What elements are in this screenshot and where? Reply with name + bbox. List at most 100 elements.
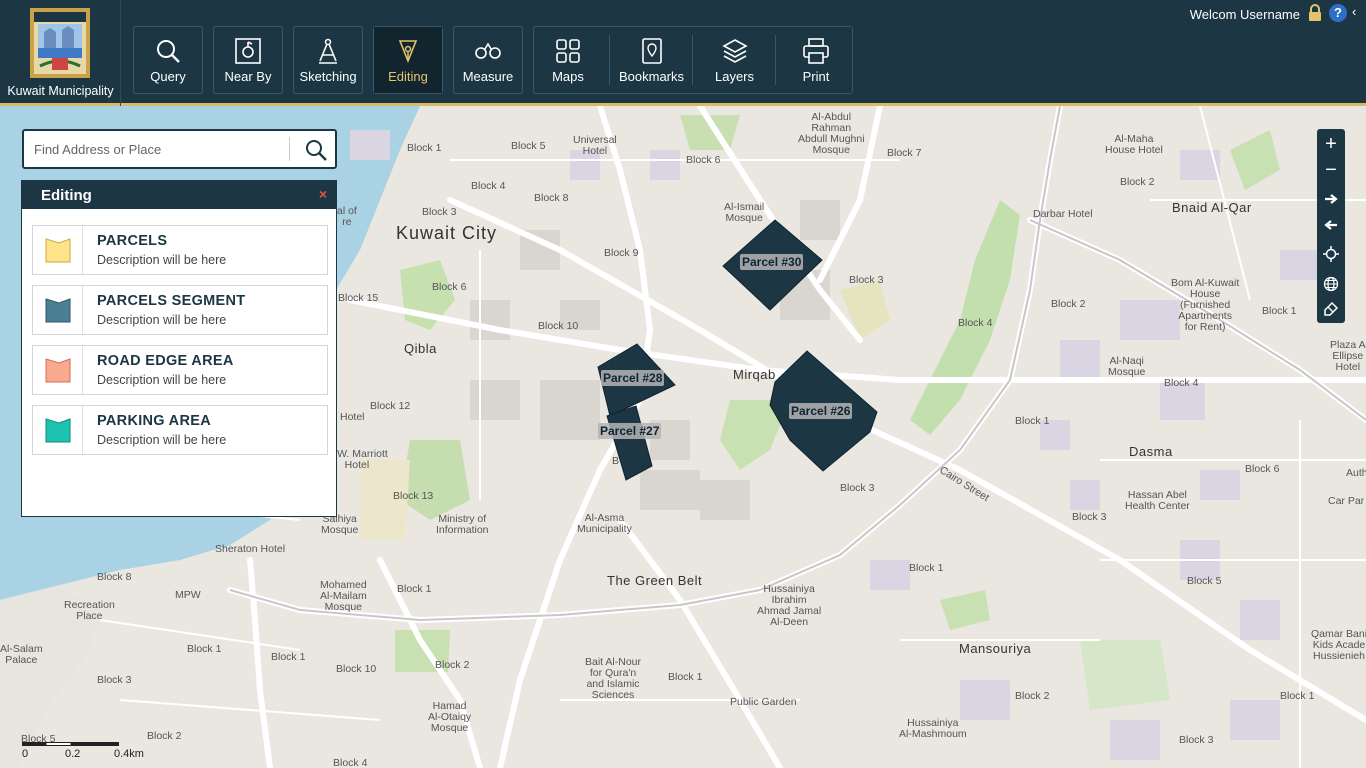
parcel-label: Parcel #28 [601,370,665,386]
layer-item-parcels[interactable]: PARCELS Description will be here [32,225,328,275]
polygon-swatch-icon [45,358,71,383]
poi-label: Car Par [1328,495,1365,507]
measure-group: Measure [453,26,523,94]
block-label: Block 8 [534,192,569,204]
scale-bar: 0 0.2 0.4km [22,740,144,768]
sketching-button[interactable]: Sketching [294,27,362,93]
collapse-arrow-icon[interactable]: ‹ [1352,4,1364,20]
printer-icon [803,38,829,64]
compass-icon [319,38,337,64]
nearby-group: Near By [213,26,283,94]
nearby-icon [235,38,261,64]
swatch-container [33,406,83,454]
poi-label: Ministry of Information [436,513,489,536]
poi-label: Al-Ismail Mosque [724,201,765,224]
block-label: Block 13 [393,490,434,502]
block-label: B [612,455,620,467]
swatch-container [33,226,83,274]
nearby-button[interactable]: Near By [214,27,282,93]
layer-item-parking-area[interactable]: PARKING AREA Description will be here [32,405,328,455]
maps-label: Maps [552,69,584,84]
measure-button[interactable]: Measure [454,27,522,93]
layer-description: Description will be here [97,433,227,447]
poi-label: al of re [337,205,357,228]
brand-name: Kuwait Municipality [7,84,114,98]
block-label: Block 2 [1120,176,1155,188]
next-extent-button[interactable] [1317,186,1345,212]
block-label: Block 2 [1015,690,1050,702]
place-label: Mirqab [733,367,776,382]
layers-label: Layers [714,69,755,84]
layer-item-road-edge-area[interactable]: ROAD EDGE AREA Description will be here [32,345,328,395]
block-label: Block 4 [471,180,506,192]
poi-label: Sheraton Hotel [215,543,286,555]
search-input[interactable] [34,139,284,159]
block-label: Block 1 [909,562,944,574]
clear-graphics-button[interactable] [1317,296,1345,322]
poi-label: Al-Maha House Hotel [1105,133,1163,156]
query-button[interactable]: Query [134,27,202,93]
close-icon[interactable]: × [319,186,327,202]
block-label: Block 5 [1187,575,1222,587]
maps-button[interactable]: Maps [534,27,602,93]
crosshair-icon [1323,246,1339,262]
block-label: Block 2 [147,730,182,742]
locate-button[interactable] [1317,241,1345,267]
bookmarks-button[interactable]: Bookmarks [614,27,689,93]
poi-label: Al-Asma Municipality [577,512,632,535]
swatch-container [33,286,83,334]
block-label: Block 3 [1072,511,1107,523]
toolbar-divider [609,35,610,85]
poi-label: Hussainiya Al-Mashmoum [899,717,967,740]
editing-label: Editing [388,69,428,84]
search-icon [157,40,180,63]
scale-tick-label: 0.2 [65,748,81,760]
editing-button[interactable]: Editing [374,27,442,93]
place-label: Kuwait City [396,223,498,243]
poi-label: Salhiya Mosque [321,513,359,536]
poi-label: Al-Salam Palace [0,643,43,666]
zoom-out-button[interactable]: − [1317,157,1345,183]
block-label: Block 1 [397,583,432,595]
swatch-container [33,346,83,394]
full-extent-button[interactable] [1317,271,1345,297]
layer-name: PARKING AREA [97,413,211,429]
block-label: Block 4 [333,757,368,768]
toolbar-divider [692,35,693,85]
block-label: Block 3 [840,482,875,494]
bookmarks-label: Bookmarks [618,69,685,84]
block-label: Block 3 [422,206,457,218]
layer-item-parcels-segment[interactable]: PARCELS SEGMENT Description will be here [32,285,328,335]
help-icon[interactable]: ? [1329,4,1347,22]
poi-label: Bom Al-Kuwait House (Furnished Apartment… [1171,277,1240,333]
block-label: Block 6 [1245,463,1280,475]
place-label: Mansouriya [959,641,1032,656]
block-label: Block 1 [1262,305,1297,317]
map-navigation-tools: + − [1317,129,1345,323]
block-label: Block 7 [887,147,922,159]
place-label: The Green Belt [607,573,703,588]
search-icon[interactable] [304,138,328,162]
sketching-group: Sketching [293,26,363,94]
block-label: Block 1 [1280,690,1315,702]
print-button[interactable]: Print [780,27,852,93]
parcel-label: Parcel #27 [598,423,662,439]
lock-icon[interactable] [1307,4,1323,22]
block-label: Block 2 [435,659,470,671]
poi-label: Auth [1346,467,1366,479]
editing-group: Editing [373,26,443,94]
zoom-in-button[interactable]: + [1317,131,1345,157]
place-label: Bnaid Al-Qar [1172,200,1252,215]
block-label: Block 8 [97,571,132,583]
block-label: Block 3 [1179,734,1214,746]
editing-panel: Editing × PARCELS Description will be he… [21,180,337,517]
globe-icon [1323,276,1339,292]
previous-extent-button[interactable] [1317,212,1345,238]
layer-name: PARCELS SEGMENT [97,293,246,309]
parcel-label: Parcel #26 [789,403,853,419]
poi-label: Darbar Hotel [1033,208,1093,220]
layers-button[interactable]: Layers [697,27,772,93]
poi-label: Plaza A Ellipse Hotel [1330,339,1366,373]
block-label: Block 3 [97,674,132,686]
polygon-swatch-icon [45,298,71,323]
